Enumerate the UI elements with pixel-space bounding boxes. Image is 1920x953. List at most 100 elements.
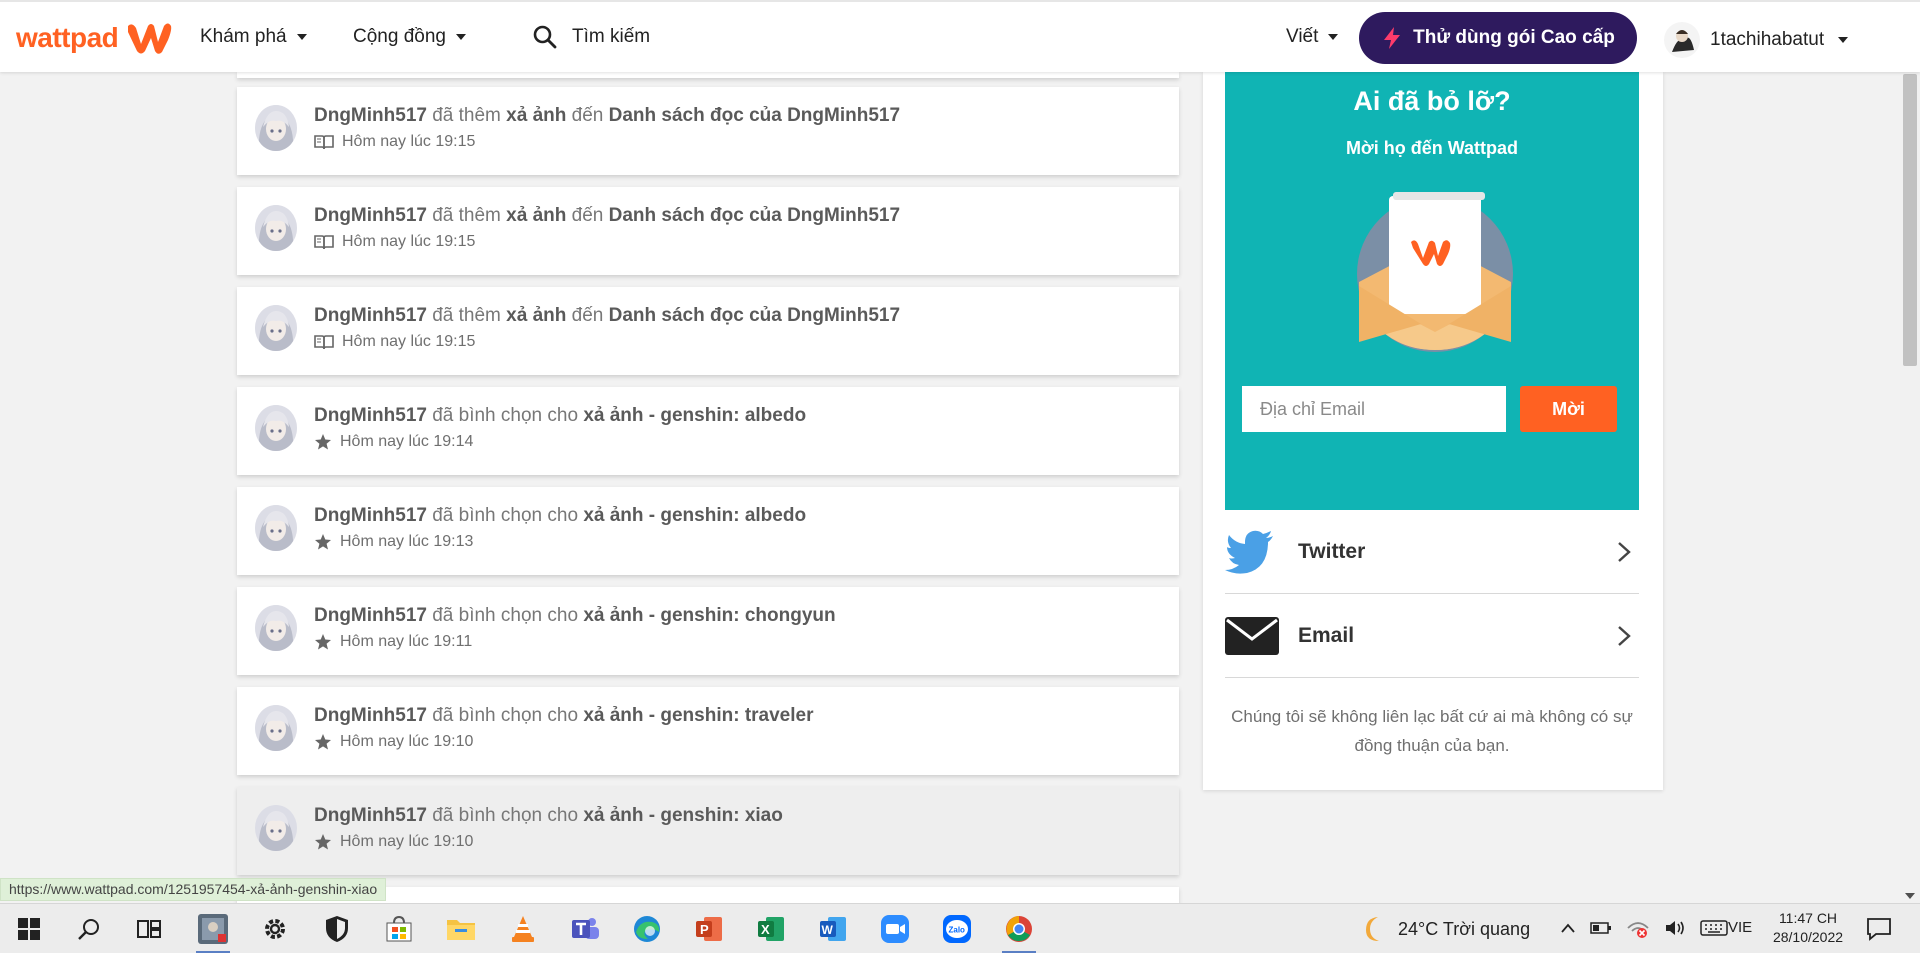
- activity-story-link[interactable]: xả ảnh: [506, 205, 566, 226]
- task-view-icon[interactable]: [132, 912, 166, 946]
- activity-item[interactable]: DngMinh517 đã bình chọn cho xả ảnh - gen…: [237, 387, 1179, 475]
- activity-action: đã thêm: [432, 105, 501, 126]
- zoom-icon[interactable]: [878, 912, 912, 946]
- avatar: [255, 605, 297, 651]
- activity-meta: Hôm nay lúc 19:10: [314, 833, 473, 851]
- activity-story-link[interactable]: xả ảnh - genshin: albedo: [583, 405, 806, 426]
- explore-menu[interactable]: Khám phá: [200, 26, 307, 48]
- wattpad-logo[interactable]: wattpad: [16, 20, 174, 56]
- activity-meta: Hôm nay lúc 19:15: [314, 333, 475, 351]
- activity-meta: Hôm nay lúc 19:15: [314, 133, 475, 151]
- activity-text: DngMinh517 đã thêm xả ảnh đến Danh sách …: [314, 205, 900, 227]
- windows-taskbar: P X W Zalo 24°C Trời quang VIE 11:47 CH …: [0, 903, 1920, 953]
- activity-item[interactable]: DngMinh517 đã bình chọn cho xả ảnh - gen…: [237, 787, 1179, 875]
- write-menu[interactable]: Viết: [1286, 26, 1339, 48]
- logo-text: wattpad: [16, 22, 119, 53]
- activity-user-link[interactable]: DngMinh517: [314, 705, 427, 726]
- zalo-icon[interactable]: Zalo: [940, 912, 974, 946]
- teams-icon[interactable]: [568, 912, 602, 946]
- email-field[interactable]: [1242, 386, 1506, 432]
- start-icon[interactable]: [12, 912, 46, 946]
- edge-icon[interactable]: [630, 912, 664, 946]
- activity-user-link[interactable]: DngMinh517: [314, 405, 427, 426]
- activity-item[interactable]: DngMinh517 đã thêm xả ảnh đến Danh sách …: [237, 187, 1179, 275]
- activity-user-link[interactable]: DngMinh517: [314, 105, 427, 126]
- avatar: [255, 805, 297, 851]
- keyboard-icon[interactable]: [1700, 919, 1728, 937]
- activity-item[interactable]: DngMinh517 đã bình chọn cho xả ảnh - gen…: [237, 587, 1179, 675]
- envelope-illustration: [1357, 192, 1513, 352]
- network-offline-icon[interactable]: [1626, 918, 1650, 938]
- activity-story-link[interactable]: xả ảnh: [506, 305, 566, 326]
- file-explorer-icon[interactable]: [444, 912, 478, 946]
- activity-story-link[interactable]: xả ảnh - genshin: xiao: [583, 805, 783, 826]
- excel-icon[interactable]: X: [754, 912, 788, 946]
- system-clock[interactable]: 11:47 CH 28/10/2022: [1768, 909, 1848, 947]
- avatar: [255, 405, 297, 451]
- activity-text: DngMinh517 đã thêm xả ảnh đến Danh sách …: [314, 105, 900, 127]
- star-icon: [315, 534, 331, 550]
- activity-user-link[interactable]: DngMinh517: [314, 505, 427, 526]
- activity-story-link[interactable]: xả ảnh: [506, 105, 566, 126]
- user-menu[interactable]: 1tachihabatut: [1664, 22, 1849, 58]
- star-icon: [315, 634, 331, 650]
- share-email-row[interactable]: Email: [1225, 594, 1639, 678]
- activity-action: đã bình chọn cho: [432, 805, 579, 826]
- activity-connector: đến: [571, 205, 604, 226]
- write-label: Viết: [1286, 26, 1319, 47]
- battery-icon[interactable]: [1590, 921, 1612, 935]
- activity-story-link[interactable]: xả ảnh - genshin: albedo: [583, 505, 806, 526]
- activity-item[interactable]: DngMinh517 đã bình chọn cho xả ảnh - gen…: [237, 487, 1179, 575]
- search-icon: [533, 25, 557, 49]
- star-icon: [315, 834, 331, 850]
- store-icon[interactable]: [382, 912, 416, 946]
- share-twitter-row[interactable]: Twitter: [1225, 510, 1639, 594]
- clock-time: 11:47 CH: [1778, 910, 1838, 926]
- activity-user-link[interactable]: DngMinh517: [314, 205, 427, 226]
- activity-item[interactable]: DngMinh517 đã thêm xả ảnh đến Danh sách …: [237, 87, 1179, 175]
- activity-time: Hôm nay lúc 19:13: [340, 533, 474, 550]
- moon-icon: [1366, 917, 1379, 941]
- powerpoint-icon[interactable]: P: [692, 912, 726, 946]
- activity-item[interactable]: DngMinh517 đã bình chọn cho xả ảnh - gen…: [237, 687, 1179, 775]
- chrome-icon[interactable]: [1002, 912, 1036, 953]
- premium-trial-button[interactable]: Thử dùng gói Cao cấp: [1359, 12, 1637, 64]
- activity-story-link[interactable]: xả ảnh - genshin: chongyun: [583, 605, 835, 626]
- email-label: Email: [1298, 623, 1355, 647]
- activity-target-link[interactable]: Danh sách đọc của DngMinh517: [609, 105, 900, 126]
- activity-target-link[interactable]: Danh sách đọc của DngMinh517: [609, 305, 900, 326]
- activity-time: Hôm nay lúc 19:15: [342, 233, 476, 250]
- activity-action: đã bình chọn cho: [432, 505, 579, 526]
- activity-item[interactable]: DngMinh517 đã thêm xả ảnh đến Danh sách …: [237, 287, 1179, 375]
- invite-button[interactable]: Mời: [1520, 386, 1617, 432]
- mail-icon: [1225, 616, 1279, 655]
- avatar: [255, 305, 297, 351]
- chevron-up-icon[interactable]: [1560, 922, 1576, 934]
- star-icon: [315, 734, 331, 750]
- top-navigation: wattpad Khám phá Cộng đồng Tìm kiếm Viết…: [0, 0, 1920, 72]
- volume-icon[interactable]: [1664, 919, 1686, 937]
- activity-user-link[interactable]: DngMinh517: [314, 805, 427, 826]
- word-icon[interactable]: W: [816, 912, 850, 946]
- activity-target-link[interactable]: Danh sách đọc của DngMinh517: [609, 205, 900, 226]
- page-scrollbar[interactable]: [1900, 72, 1920, 903]
- search-box[interactable]: Tìm kiếm: [532, 24, 650, 50]
- activity-text: DngMinh517 đã bình chọn cho xả ảnh - gen…: [314, 805, 783, 827]
- community-menu[interactable]: Cộng đồng: [353, 26, 466, 48]
- search-icon[interactable]: [72, 912, 106, 946]
- activity-story-link[interactable]: xả ảnh - genshin: traveler: [583, 705, 813, 726]
- privacy-disclaimer: Chúng tôi sẽ không liên lạc bất cứ ai mà…: [1231, 707, 1633, 755]
- scroll-down-arrow-icon[interactable]: [1905, 893, 1915, 899]
- activity-action: đã thêm: [432, 205, 501, 226]
- security-shield-icon[interactable]: [320, 912, 354, 946]
- activity-user-link[interactable]: DngMinh517: [314, 605, 427, 626]
- notification-icon[interactable]: [1866, 917, 1892, 946]
- language-indicator[interactable]: VIE: [1728, 919, 1752, 936]
- weather-widget[interactable]: 24°C Trời quang: [1358, 914, 1530, 944]
- scrollbar-thumb[interactable]: [1903, 74, 1917, 366]
- activity-user-link[interactable]: DngMinh517: [314, 305, 427, 326]
- activity-connector: đến: [571, 305, 604, 326]
- game-app-icon[interactable]: [196, 912, 230, 953]
- vlc-icon[interactable]: [506, 912, 540, 946]
- settings-gear-icon[interactable]: [258, 912, 292, 946]
